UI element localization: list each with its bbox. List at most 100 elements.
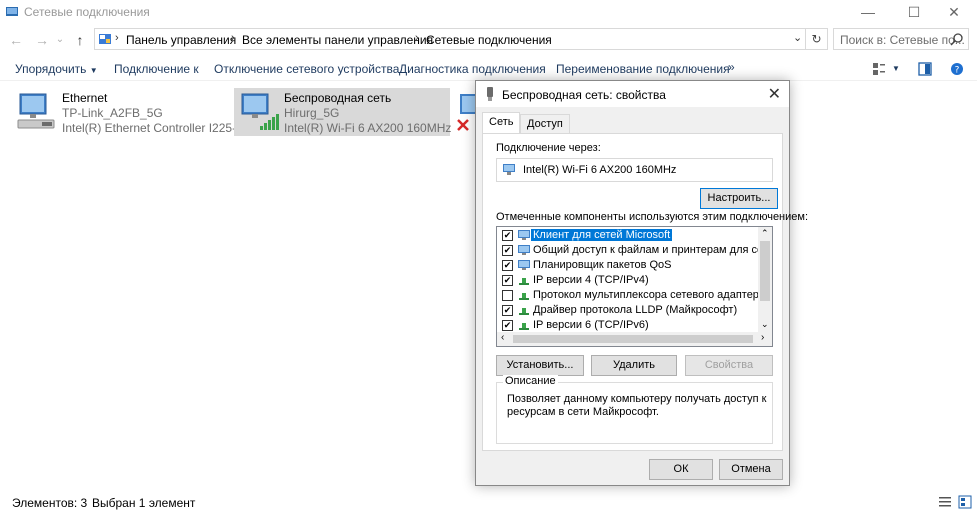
- disable-device-button[interactable]: Отключение сетевого устройства: [214, 62, 399, 76]
- list-item[interactable]: Протокол мультиплексора сетевого адаптер…: [497, 288, 772, 303]
- list-item[interactable]: ✔ IP версии 4 (TCP/IPv4): [497, 273, 759, 288]
- network-folder-icon: [6, 7, 18, 16]
- rename-button[interactable]: Переименование подключения: [556, 62, 730, 76]
- connection-item-ethernet[interactable]: Ethernet TP-Link_A2FB_5G Intel(R) Ethern…: [12, 88, 244, 136]
- component-checkbox[interactable]: ✔: [502, 320, 513, 331]
- window-title: Сетевые подключения: [24, 5, 150, 19]
- protocol-icon: [519, 323, 529, 330]
- connect-using-label: Подключение через:: [496, 142, 601, 154]
- connection-name: Ethernet: [62, 91, 108, 105]
- remove-button[interactable]: Удалить: [591, 355, 677, 376]
- breadcrumb-network-connections[interactable]: Сетевые подключения: [426, 33, 552, 47]
- configure-button[interactable]: Настроить...: [700, 188, 778, 209]
- scroll-right-icon[interactable]: ›: [761, 332, 764, 343]
- recent-chevron-icon[interactable]: ⌄: [50, 30, 70, 50]
- tiles-view-icon[interactable]: [958, 495, 972, 509]
- help-icon[interactable]: ?: [950, 62, 964, 76]
- list-item[interactable]: ✔ Драйвер протокола LLDP (Майкрософт): [497, 303, 759, 318]
- organize-menu[interactable]: Упорядочить ▼: [15, 62, 98, 76]
- h-scroll-thumb[interactable]: [513, 335, 753, 343]
- dropdown-arrow-icon: ▼: [89, 66, 98, 75]
- component-label: Протокол мультиплексора сетевого адаптер…: [533, 289, 773, 301]
- component-label: Клиент для сетей Microsoft: [531, 229, 673, 241]
- svg-text:?: ?: [955, 66, 960, 76]
- adapter-field: Intel(R) Wi-Fi 6 AX200 160MHz: [496, 158, 773, 182]
- wifi-adapter-icon: [241, 93, 279, 130]
- address-bar[interactable]: › Панель управления › Все элементы панел…: [94, 28, 806, 50]
- item-count: Элементов: 3: [12, 496, 88, 510]
- ok-button[interactable]: ОК: [649, 459, 713, 480]
- tab-network[interactable]: Сеть: [482, 112, 521, 134]
- address-row: ← → ⌄ ↑ › Панель управления › Все элемен…: [0, 26, 977, 54]
- network-tab-panel: Подключение через: Intel(R) Wi-Fi 6 AX20…: [482, 133, 808, 451]
- connection-network: TP-Link_A2FB_5G: [62, 106, 163, 120]
- dialog-close-icon[interactable]: ✕: [768, 84, 781, 104]
- minimize-button[interactable]: —: [845, 0, 891, 24]
- ethernet-adapter-icon: [17, 93, 55, 129]
- breadcrumb-all-items[interactable]: Все элементы панели управления: [242, 33, 433, 47]
- component-checkbox[interactable]: ✔: [502, 245, 513, 256]
- diagnose-button[interactable]: Диагностика подключения: [399, 62, 546, 76]
- scroll-up-icon[interactable]: ⌃: [761, 228, 769, 239]
- component-checkbox[interactable]: ✔: [502, 305, 513, 316]
- list-item[interactable]: ✔ IP версии 6 (TCP/IPv6): [497, 318, 759, 333]
- command-bar: Упорядочить ▼ Подключение к Отключение с…: [0, 57, 977, 81]
- scroll-left-icon[interactable]: ‹: [501, 332, 504, 343]
- description-legend: Описание: [503, 375, 558, 387]
- view-dropdown-icon[interactable]: ▼: [892, 64, 900, 73]
- connection-item-wireless[interactable]: Беспроводная сеть Hirurg_5G Intel(R) Wi-…: [234, 88, 451, 136]
- list-item[interactable]: ✔ Клиент для сетей Microsoft: [497, 228, 759, 243]
- protocol-icon: [519, 293, 529, 300]
- horizontal-scrollbar[interactable]: ‹ ›: [497, 332, 772, 346]
- component-checkbox[interactable]: [502, 290, 513, 301]
- control-panel-icon: [99, 34, 111, 44]
- properties-button: Свойства: [685, 355, 773, 376]
- wifi-card-icon: [487, 87, 493, 101]
- breadcrumb-control-panel[interactable]: Панель управления: [126, 33, 236, 47]
- component-checkbox[interactable]: ✔: [502, 230, 513, 241]
- component-checkbox[interactable]: ✔: [502, 260, 513, 271]
- preview-pane-icon[interactable]: [918, 62, 932, 76]
- breadcrumb-separator-icon: ›: [231, 32, 235, 44]
- connection-item-disabled[interactable]: [454, 88, 476, 136]
- refresh-icon[interactable]: ↻: [806, 28, 828, 50]
- component-checkbox[interactable]: ✔: [502, 275, 513, 286]
- dialog-titlebar: Беспроводная сеть: свойства ✕: [476, 81, 789, 107]
- tab-sharing[interactable]: Доступ: [520, 114, 570, 134]
- component-label: IP версии 6 (TCP/IPv6): [533, 319, 649, 331]
- connection-network: Hirurg_5G: [284, 106, 340, 120]
- adapter-name: Intel(R) Wi-Fi 6 AX200 160MHz: [523, 164, 677, 176]
- scroll-down-icon[interactable]: ⌄: [761, 319, 769, 330]
- components-list[interactable]: ✔ Клиент для сетей Microsoft ✔ Общий дос…: [496, 226, 773, 347]
- properties-dialog: Беспроводная сеть: свойства ✕ Сеть Досту…: [475, 80, 808, 486]
- cancel-button[interactable]: Отмена: [719, 459, 783, 480]
- view-options-icon[interactable]: [872, 62, 886, 76]
- description-text: Позволяет данному компьютеру получать до…: [507, 393, 767, 418]
- close-window-button[interactable]: ✕: [931, 0, 977, 24]
- up-arrow-icon[interactable]: ↑: [70, 30, 90, 50]
- status-bar: Элементов: 3 Выбран 1 элемент: [0, 490, 977, 512]
- component-label: Общий доступ к файлам и принтерам для се…: [533, 244, 773, 256]
- search-input[interactable]: Поиск в: Сетевые по...: [833, 28, 969, 50]
- breadcrumb-separator-icon: ›: [115, 32, 119, 44]
- back-arrow-icon[interactable]: ←: [6, 30, 26, 50]
- connect-to-button[interactable]: Подключение к: [114, 62, 199, 76]
- component-label: IP версии 4 (TCP/IPv4): [533, 274, 649, 286]
- organize-label: Упорядочить: [15, 62, 87, 76]
- scroll-thumb[interactable]: [760, 241, 770, 301]
- protocol-icon: [519, 278, 529, 285]
- connection-device: Intel(R) Ethernet Controller I225-V: [62, 121, 245, 135]
- list-item[interactable]: ✔ Общий доступ к файлам и принтерам для …: [497, 243, 772, 258]
- more-commands-button[interactable]: »: [728, 60, 735, 74]
- qos-network-icon: [518, 260, 530, 270]
- selected-count: Выбран 1 элемент: [92, 496, 196, 510]
- protocol-icon: [519, 308, 529, 315]
- component-label: Планировщик пакетов QoS: [533, 259, 672, 271]
- address-dropdown-icon[interactable]: ⌄: [793, 31, 802, 44]
- list-item[interactable]: ✔ Планировщик пакетов QoS: [497, 258, 759, 273]
- search-icon[interactable]: [950, 32, 964, 46]
- install-button[interactable]: Установить...: [496, 355, 584, 376]
- vertical-scrollbar[interactable]: ⌃ ⌄: [758, 227, 772, 333]
- details-view-icon[interactable]: [938, 495, 952, 509]
- forward-arrow-icon[interactable]: →: [32, 30, 52, 50]
